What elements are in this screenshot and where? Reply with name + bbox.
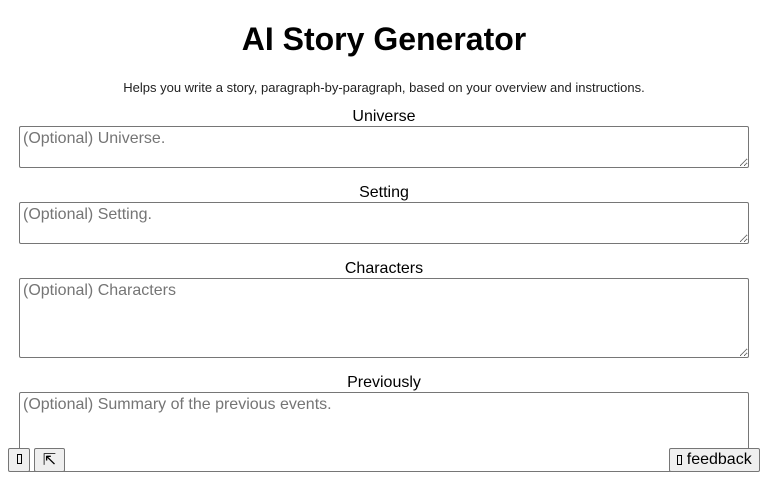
missing-glyph-icon — [677, 455, 683, 465]
expand-corner-button[interactable]: ⇱ — [34, 448, 65, 472]
previously-label: Previously — [347, 374, 421, 391]
setting-label: Setting — [359, 184, 409, 201]
page-title: AI Story Generator — [241, 21, 527, 57]
missing-glyph-icon — [16, 454, 22, 464]
feedback-label: feedback — [686, 451, 752, 468]
universe-input[interactable] — [19, 126, 749, 168]
universe-label: Universe — [352, 108, 416, 125]
setting-input[interactable] — [19, 202, 749, 244]
corner-button-left[interactable] — [8, 448, 30, 472]
arrow-up-left-to-corner-icon: ⇱ — [42, 450, 57, 469]
feedback-button[interactable]: feedback — [669, 448, 760, 472]
characters-label: Characters — [344, 260, 424, 277]
characters-input[interactable] — [19, 278, 749, 358]
page: AI Story Generator Helps you write a sto… — [0, 0, 768, 480]
previously-input[interactable] — [19, 392, 749, 472]
page-subtitle: Helps you write a story, paragraph-by-pa… — [123, 80, 645, 95]
